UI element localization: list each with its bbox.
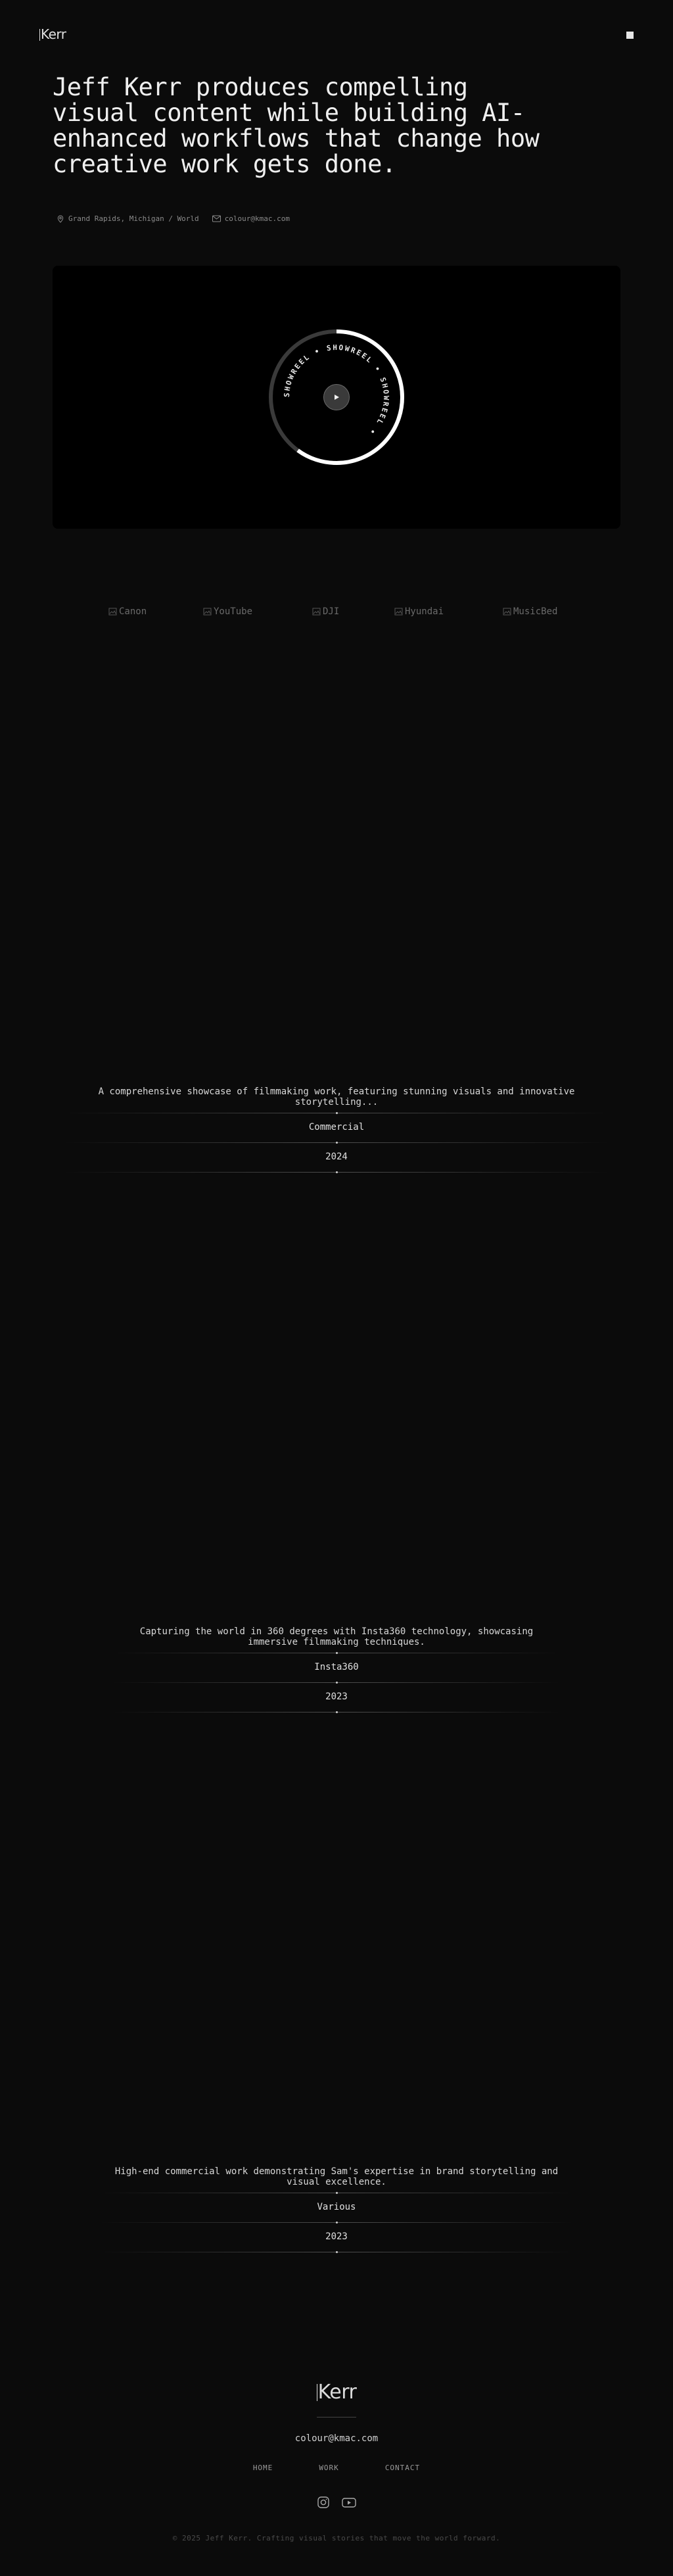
footer-divider xyxy=(317,2417,356,2418)
email-item[interactable]: colour@kmac.com xyxy=(212,214,290,223)
play-button[interactable] xyxy=(323,384,350,410)
site-footer: Kerr colour@kmac.com HOME WORK CONTACT ©… xyxy=(0,2381,673,2542)
menu-button[interactable] xyxy=(626,32,634,39)
broken-image-icon xyxy=(394,607,404,616)
project-description: High-end commercial work demonstrating S… xyxy=(114,2166,559,2187)
brand-label: Canon xyxy=(119,606,147,617)
project-meta: Various 2023 xyxy=(100,2192,573,2253)
footer-nav-work[interactable]: WORK xyxy=(319,2464,339,2472)
site-logo[interactable]: Kerr xyxy=(39,26,66,42)
showreel-ring[interactable]: SHOWREEL • SHOWREEL • SHOWREEL • xyxy=(268,329,405,466)
divider-dot xyxy=(335,1171,338,1173)
email-link[interactable]: colour@kmac.com xyxy=(225,214,290,223)
copyright-text: © 2025 Jeff Kerr. Crafting visual storie… xyxy=(172,2534,501,2542)
contact-row: Grand Rapids, Michigan / World colour@km… xyxy=(57,214,290,223)
project-client: Commercial xyxy=(308,1122,365,1132)
footer-logo[interactable]: Kerr xyxy=(0,2381,673,2404)
hero-title: Jeff Kerr produces compelling visual con… xyxy=(53,73,540,178)
divider-dot xyxy=(335,1711,338,1713)
project-client: Various xyxy=(317,2202,356,2212)
footer-nav-home[interactable]: HOME xyxy=(253,2464,273,2472)
brand-logo: MusicBed xyxy=(503,606,557,617)
footer-logo-text: Kerr xyxy=(317,2381,357,2404)
brand-label: Hyundai xyxy=(405,606,444,617)
project-item[interactable]: Capturing the world in 360 degrees with … xyxy=(0,1626,673,1713)
brand-logo: Hyundai xyxy=(394,606,444,617)
project-year: 2023 xyxy=(325,1691,348,1702)
location-pin-icon xyxy=(57,214,64,223)
project-item[interactable]: High-end commercial work demonstrating S… xyxy=(0,2166,673,2253)
location-text: Grand Rapids, Michigan / World xyxy=(68,214,199,223)
brand-label: DJI xyxy=(323,606,340,617)
brand-logos: Canon YouTube DJI Hyundai MusicBed xyxy=(108,606,565,621)
showreel-video[interactable]: SHOWREEL • SHOWREEL • SHOWREEL • xyxy=(53,266,620,529)
broken-image-icon xyxy=(503,607,512,616)
broken-image-icon xyxy=(108,607,118,616)
brand-logo: Canon xyxy=(108,606,147,617)
brand-label: MusicBed xyxy=(513,606,558,617)
play-icon xyxy=(333,391,340,404)
instagram-icon[interactable] xyxy=(317,2496,330,2512)
project-year: 2024 xyxy=(325,1152,348,1162)
youtube-icon[interactable] xyxy=(342,2496,356,2512)
project-meta: Insta360 2023 xyxy=(113,1652,560,1713)
footer-nav-contact[interactable]: CONTACT xyxy=(385,2464,420,2472)
mail-icon xyxy=(212,215,221,222)
brand-label: YouTube xyxy=(214,606,253,617)
footer-nav: HOME WORK CONTACT xyxy=(0,2464,673,2472)
broken-image-icon xyxy=(312,607,321,616)
logo-text: Kerr xyxy=(41,26,66,42)
divider-dot xyxy=(335,2251,338,2253)
site-header: Kerr xyxy=(39,26,634,46)
project-year: 2023 xyxy=(325,2231,348,2242)
project-client: Insta360 xyxy=(314,1662,359,1672)
project-item[interactable]: A comprehensive showcase of filmmaking w… xyxy=(0,1086,673,1173)
brand-logo: DJI xyxy=(312,606,339,617)
broken-image-icon xyxy=(203,607,212,616)
footer-email-link[interactable]: colour@kmac.com xyxy=(0,2433,673,2444)
project-description: Capturing the world in 360 degrees with … xyxy=(139,1626,534,1647)
brand-logo: YouTube xyxy=(203,606,252,617)
location-item: Grand Rapids, Michigan / World xyxy=(57,214,199,223)
project-meta: Commercial 2024 xyxy=(64,1112,609,1173)
social-links xyxy=(0,2496,673,2512)
project-description: A comprehensive showcase of filmmaking w… xyxy=(98,1086,575,1107)
